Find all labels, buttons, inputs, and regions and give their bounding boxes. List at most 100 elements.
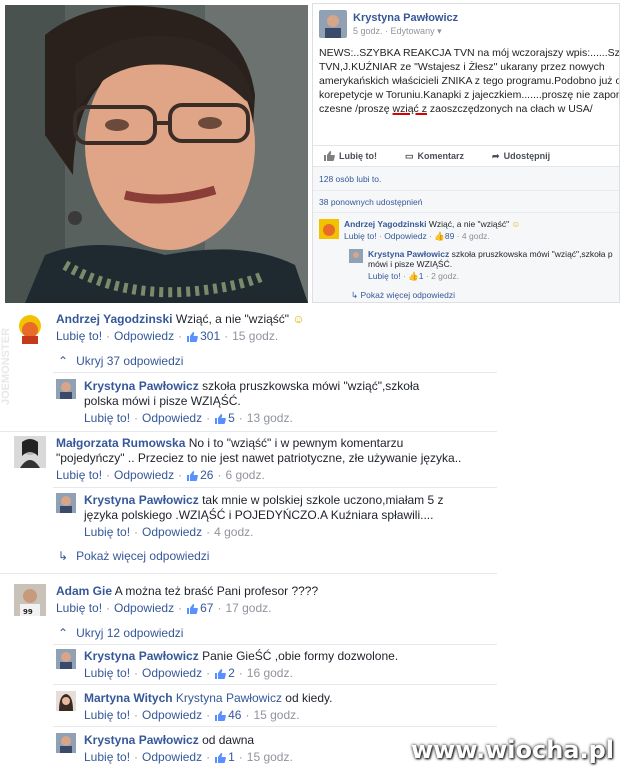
globe-icon: ▾: [437, 25, 442, 36]
divider: [0, 431, 497, 432]
reply-time[interactable]: 15 godz.: [253, 708, 299, 723]
like-link[interactable]: Lubię to!: [56, 601, 102, 616]
mini-reply: Krystyna Pawłowicz szkoła pruszkowska mó…: [349, 249, 613, 282]
post-text-line: NEWS:..SZYBKA REAKCJA TVN na mój wczoraj…: [319, 47, 620, 59]
reply-text: języka polskiego .WZIĄŚĆ i POJEDYŃCZO.A …: [84, 508, 434, 522]
mini-comment-time[interactable]: 4 godz.: [462, 231, 490, 241]
post-header: Krystyna Pawłowicz 5 godz. · Edytowany ▾: [313, 4, 619, 38]
comment-text: "pojedyńczy" .. Przeciez to nie jest naw…: [56, 451, 462, 465]
thumb-icon: [187, 331, 199, 342]
share-icon: ➦: [492, 150, 500, 161]
mini-like-count-value: 89: [444, 231, 455, 241]
reply-link[interactable]: Odpowiedz: [114, 468, 174, 483]
mini-like-count[interactable]: 👍89: [434, 231, 454, 241]
reply-link[interactable]: Odpowiedz: [142, 666, 202, 681]
avatar[interactable]: [56, 733, 76, 753]
like-button[interactable]: Lubię to!: [323, 150, 377, 162]
like-link[interactable]: Lubię to!: [84, 708, 130, 723]
thumb-icon: [324, 151, 335, 161]
like-count[interactable]: 26: [186, 468, 213, 483]
like-count-value: 46: [228, 708, 242, 722]
like-link[interactable]: Lubię to!: [84, 411, 130, 426]
like-count-value: 5: [228, 411, 235, 425]
post-author-avatar[interactable]: [319, 10, 347, 38]
reply-author[interactable]: Krystyna Pawłowicz: [84, 379, 199, 393]
post-time[interactable]: 5 godz.: [353, 26, 383, 36]
reply-author[interactable]: Krystyna Pawłowicz: [84, 733, 199, 747]
share-button[interactable]: ➦ Udostępnij: [492, 151, 550, 162]
reply-time[interactable]: 15 godz.: [247, 750, 293, 765]
avatar[interactable]: [56, 379, 76, 399]
hide-replies-toggle[interactable]: ⌃ Ukryj 37 odpowiedzi: [58, 354, 183, 368]
thumb-icon: [215, 413, 227, 424]
avatar[interactable]: [14, 312, 46, 344]
share-label: Udostępnij: [503, 151, 551, 161]
mini-like-link[interactable]: Lubię to!: [368, 271, 401, 281]
reply-author[interactable]: Krystyna Pawłowicz: [84, 649, 199, 663]
like-count[interactable]: 46: [214, 708, 241, 723]
reply-link[interactable]: Odpowiedz: [142, 708, 202, 723]
post-comments-preview: Andrzej Yagodzinski Wziąć, a nie "wziąść…: [313, 213, 619, 302]
like-link[interactable]: Lubię to!: [84, 750, 130, 765]
shares-count[interactable]: 38 ponownych udostępnień: [313, 191, 619, 213]
reply-time[interactable]: 13 godz.: [247, 411, 293, 426]
reply-text: od dawna: [202, 733, 255, 747]
comment-time[interactable]: 15 godz.: [232, 329, 278, 344]
reply-link[interactable]: Odpowiedz: [142, 411, 202, 426]
post-edited[interactable]: Edytowany: [391, 26, 435, 36]
comment-time[interactable]: 17 godz.: [225, 601, 271, 616]
reply-link[interactable]: Odpowiedz: [142, 525, 202, 540]
avatar[interactable]: [56, 493, 76, 513]
show-more-replies[interactable]: ↳ Pokaż więcej odpowiedzi: [58, 549, 209, 563]
mini-comment-author[interactable]: Andrzej Yagodzinski: [344, 219, 427, 229]
like-count[interactable]: 301: [186, 329, 220, 344]
like-link[interactable]: Lubię to!: [84, 666, 130, 681]
mini-show-more-label: Pokaż więcej odpowiedzi: [360, 290, 455, 300]
comment-time[interactable]: 6 godz.: [225, 468, 264, 483]
avatar[interactable]: [349, 249, 363, 263]
like-count-value: 1: [228, 750, 235, 764]
post-author-name[interactable]: Krystyna Pawłowicz: [353, 12, 458, 24]
reply-author[interactable]: Krystyna Pawłowicz: [84, 493, 199, 507]
hide-replies-toggle[interactable]: ⌃ Ukryj 12 odpowiedzi: [58, 626, 183, 640]
avatar[interactable]: [319, 219, 339, 239]
like-count-value: 67: [200, 601, 214, 615]
reply-time[interactable]: 4 godz.: [214, 525, 253, 540]
like-count[interactable]: 2: [214, 666, 235, 681]
reply-time[interactable]: 16 godz.: [247, 666, 293, 681]
comment-author[interactable]: Małgorzata Rumowska: [56, 436, 185, 450]
avatar[interactable]: [56, 649, 76, 669]
avatar[interactable]: [56, 691, 76, 711]
reply-text: Panie GieŚĆ ,obie formy dozwolone.: [202, 649, 399, 663]
post-text-line: czesne /proszę wziąć z zaoszczędzonych n…: [319, 102, 613, 116]
like-link[interactable]: Lubię to!: [56, 329, 102, 344]
divider: [53, 726, 497, 727]
mention-link[interactable]: Krystyna Pawłowicz: [176, 691, 282, 705]
like-link[interactable]: Lubię to!: [56, 468, 102, 483]
mini-reply-time[interactable]: 2 godz.: [431, 271, 459, 281]
like-count[interactable]: 5: [214, 411, 235, 426]
divider: [53, 372, 497, 373]
mini-like-count[interactable]: 👍1: [408, 271, 423, 281]
like-count[interactable]: 1: [214, 750, 235, 765]
comment-author[interactable]: Andrzej Yagodzinski: [56, 312, 172, 326]
post-meta: 5 godz. · Edytowany ▾: [353, 25, 442, 36]
reply-link[interactable]: Odpowiedz: [142, 750, 202, 765]
like-count[interactable]: 67: [186, 601, 213, 616]
mini-like-link[interactable]: Lubię to!: [344, 231, 377, 241]
divider: [0, 573, 497, 574]
post-text: NEWS:..SZYBKA REAKCJA TVN na mój wczoraj…: [313, 38, 619, 116]
avatar[interactable]: 99: [14, 584, 46, 616]
post-text-segment: czesne /proszę: [319, 103, 393, 115]
comment-button[interactable]: ▭ Komentarz: [405, 151, 464, 162]
avatar[interactable]: [14, 436, 46, 468]
reply-link[interactable]: Odpowiedz: [114, 329, 174, 344]
mini-reply-link[interactable]: Odpowiedz: [384, 231, 427, 241]
mini-show-more-replies[interactable]: ↳ Pokaż więcej odpowiedzi: [351, 290, 455, 301]
mini-reply-author[interactable]: Krystyna Pawłowicz: [368, 249, 449, 259]
reply-author[interactable]: Martyna Witych: [84, 691, 173, 705]
like-link[interactable]: Lubię to!: [84, 525, 130, 540]
comment-author[interactable]: Adam Gie: [56, 584, 112, 598]
reply-link[interactable]: Odpowiedz: [114, 601, 174, 616]
likes-count[interactable]: 128 osób lubi to.: [313, 167, 619, 191]
